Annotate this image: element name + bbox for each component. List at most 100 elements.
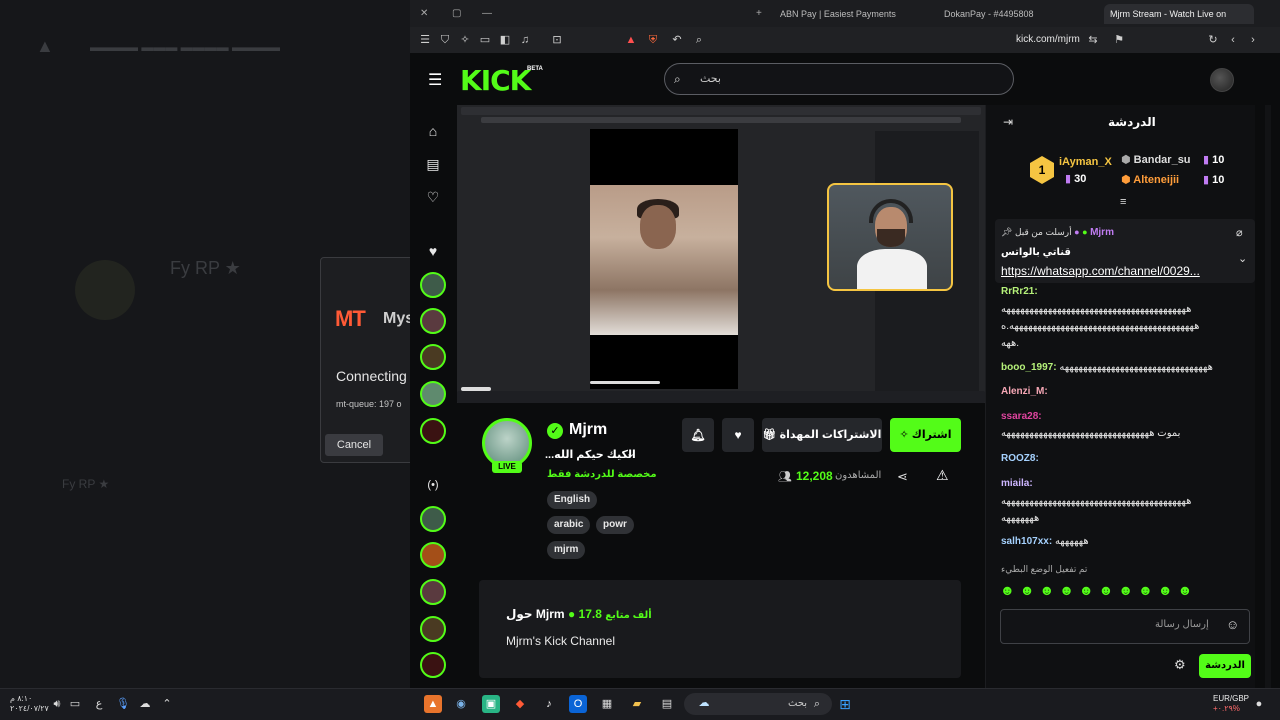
steam-icon[interactable]: ◉ [452,695,470,713]
user-avatar[interactable] [1210,68,1234,92]
followed-channel-avatar[interactable] [420,344,446,370]
followed-channel-avatar[interactable] [420,381,446,407]
tab-dokanpay[interactable]: DokanPay - #4495808 [944,4,1034,24]
minimize-window-icon[interactable]: — [482,8,492,19]
outlook-icon[interactable]: O [569,695,587,713]
emote-quick-bar[interactable]: ☻☻☻☻☻☻☻☻☻☻ [1000,582,1197,598]
app-icon-green[interactable]: ▣ [482,695,500,713]
music-icon[interactable]: ♫ [518,33,532,47]
recommended-channel-avatar[interactable] [420,506,446,532]
sidebar-icon[interactable]: ◧ [498,33,512,47]
chat-send-button[interactable]: الدردشة [1199,654,1251,678]
leader-name[interactable]: iAyman_X [1059,156,1112,168]
chat-username[interactable]: miaila: [1001,478,1033,489]
follow-heart-icon[interactable]: ♥ [722,418,754,452]
maximize-window-icon[interactable]: ▢ [452,8,461,19]
brave-shield-icon[interactable]: ⛨ [646,33,660,47]
pinned-author[interactable]: Mjrm [1090,227,1114,238]
close-window-icon[interactable]: ✕ [420,8,428,19]
menu-icon[interactable]: ☰ [418,33,432,47]
app-icon-orange[interactable]: ▲ [424,695,442,713]
cancel-button[interactable]: Cancel [325,434,383,456]
video-player[interactable] [457,105,985,403]
tab-mjrm-stream[interactable]: Mjrm Stream - Watch Live on [1104,4,1254,24]
address-bar[interactable]: kick.com/mjrm [1016,34,1080,45]
report-warning-icon[interactable]: ⚠ [936,467,949,484]
new-tab-icon[interactable]: + [756,8,762,19]
windows-start-icon[interactable]: ⊞ [836,695,854,713]
file-explorer-icon[interactable]: ▰ [628,695,646,713]
wallet-icon[interactable]: ▭ [478,33,492,47]
chat-input[interactable] [1000,609,1250,644]
recommended-channel-avatar[interactable] [420,616,446,642]
chat-username[interactable]: booo_1997: [1001,362,1057,373]
recommended-channel-avatar[interactable] [420,542,446,568]
emoji-picker-icon[interactable]: ☺ [1226,617,1239,632]
chat-username[interactable]: Alenzi_M: [1001,386,1048,397]
store-icon[interactable]: ▦ [598,695,616,713]
leader-count-value: 10 [1212,174,1225,186]
shield-icon[interactable]: ⛉ [438,33,452,47]
microphone-icon[interactable]: 🎙︎ [114,695,132,713]
following-icon[interactable]: ♡ [422,186,444,208]
site-settings-icon[interactable]: ⇆ [1086,33,1100,47]
language-icon[interactable]: ع [90,695,108,713]
chevron-up-icon[interactable]: ⌃ [158,695,176,713]
cloud-icon[interactable]: ☁ [136,695,154,713]
followed-channel-avatar[interactable] [420,308,446,334]
back-icon[interactable]: ‹ [1226,33,1240,47]
player-progress[interactable] [461,387,491,391]
chat-settings-gear-icon[interactable]: ⚙ [1174,657,1186,673]
chevron-down-icon[interactable]: ⌄ [1238,252,1247,265]
recommended-channel-avatar[interactable] [420,652,446,678]
unpin-icon[interactable]: ⌀ [1236,226,1243,239]
share-icon[interactable]: ⋖ [897,469,908,485]
speaker-icon[interactable]: 🔊︎ [48,695,66,713]
hamburger-menu-icon[interactable]: ☰ [428,70,442,90]
pinned-link[interactable]: https://whatsapp.com/channel/0029... [1001,264,1200,278]
tag-mjrm[interactable]: mjrm [547,541,586,559]
bookmark-icon[interactable]: ⚑ [1112,33,1126,47]
currency-widget[interactable]: EUR/GBP +٠.٢٩% [1213,694,1249,714]
leader-name[interactable]: ⬢ Alteneijii [1121,173,1179,186]
kick-logo[interactable]: KICK [460,64,531,97]
stream-category[interactable]: مخصصة للدردشة فقط [547,469,657,480]
extensions-icon[interactable]: ✧ [458,33,472,47]
chat-username[interactable]: salh107xx: [1001,536,1052,547]
brave-browser-icon[interactable]: ◆ [511,695,529,713]
leader-name[interactable]: ⬢ Bandar_su [1121,153,1191,166]
chat-username[interactable]: ssara28: [1001,411,1042,422]
home-icon[interactable]: ⌂ [422,120,444,142]
expand-leaderboard-icon[interactable]: ≡ [1120,196,1126,208]
screenshot-icon[interactable]: ⊡ [550,33,564,47]
tiktok-icon[interactable]: ♪ [540,695,558,713]
page-scrollbar[interactable] [1265,105,1271,688]
notification-bell-icon[interactable]: 🔔︎ [682,418,714,452]
chat-username[interactable]: ROOZ8: [1001,453,1039,464]
chevron-down-icon[interactable]: ⌄ [626,447,635,460]
notification-icon[interactable]: ● [1250,695,1268,713]
following-heart-icon[interactable]: ♥ [422,240,444,262]
streamer-name[interactable]: Mjrm [569,421,607,439]
task-view-icon[interactable]: ▤ [658,695,676,713]
live-channels-icon[interactable]: (•) [422,474,444,496]
taskbar-clock[interactable]: ٨:١٠ م ٢٠٢٤/٠٧/٢٧ [10,694,49,714]
display-icon[interactable]: ▭ [66,695,84,713]
share-page-icon[interactable]: ↶ [670,33,684,47]
brave-rewards-icon[interactable]: ▲ [624,33,638,47]
recommended-channel-avatar[interactable] [420,579,446,605]
browse-icon[interactable]: ▤ [422,153,444,175]
zoom-icon[interactable]: ⌕ [692,33,706,47]
forward-icon[interactable]: › [1246,33,1260,47]
tab-abn-pay[interactable]: ABN Pay | Easiest Payments [780,4,896,24]
tag-arabic[interactable]: arabic [547,516,591,534]
followed-channel-avatar[interactable] [420,272,446,298]
gifted-subs-button[interactable]: 🎁︎ الاشتراكات المهداة [762,418,882,452]
collapse-chat-icon[interactable]: ⇥ [1003,115,1013,129]
tag-english[interactable]: English [547,491,598,509]
subscribe-button[interactable]: ✧ اشتراك [890,418,961,452]
tag-powr[interactable]: powr [596,516,634,534]
followed-channel-avatar[interactable] [420,418,446,444]
reload-icon[interactable]: ↻ [1206,33,1220,47]
chat-username[interactable]: RrRr21: [1001,286,1038,297]
